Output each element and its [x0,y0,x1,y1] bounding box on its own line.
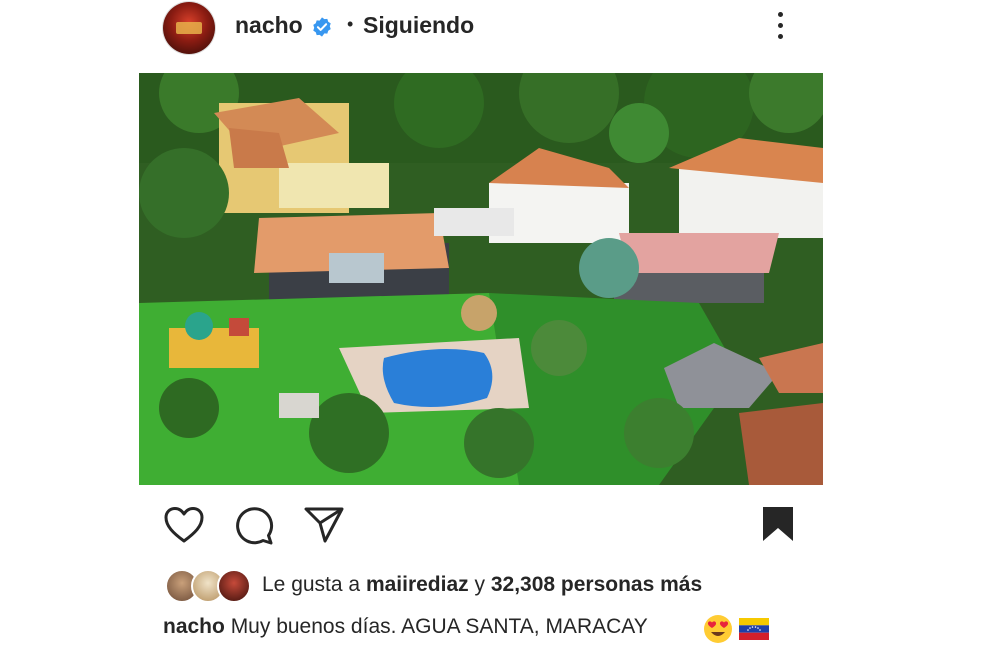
likes-prefix: Le gusta a [262,573,361,596]
bookmark-icon[interactable] [761,505,795,543]
likes-summary[interactable]: Le gusta a maiirediaz y 32,308 personas … [262,573,702,597]
heart-icon[interactable] [163,505,205,545]
comment-icon[interactable] [233,505,275,547]
caption-text: Muy buenos días. AGUA SANTA, MARACAY [230,615,648,638]
likes-conjunction: y [474,573,486,596]
first-liker[interactable]: maiirediaz [366,573,469,596]
aerial-villa-photo [139,73,823,485]
likes-row: Le gusta a maiirediaz y 32,308 personas … [165,569,805,603]
heart-eyes-emoji-icon [704,615,732,643]
paper-plane-icon[interactable] [303,505,345,545]
more-options-icon[interactable] [777,12,785,44]
liker-avatar [217,569,251,603]
username[interactable]: nacho [235,12,303,39]
likes-count[interactable]: 32,308 personas más [491,573,702,596]
post-image[interactable] [139,73,823,485]
profile-avatar[interactable] [163,2,215,54]
venezuela-flag-icon [739,618,769,640]
verified-badge-icon [313,17,331,37]
separator-dot: • [347,14,354,34]
following-button[interactable]: Siguiendo [363,12,474,39]
caption-author[interactable]: nacho [163,615,225,638]
post-header: nacho • Siguiendo [0,0,984,60]
post-caption: nacho Muy buenos días. AGUA SANTA, MARAC… [163,615,648,639]
